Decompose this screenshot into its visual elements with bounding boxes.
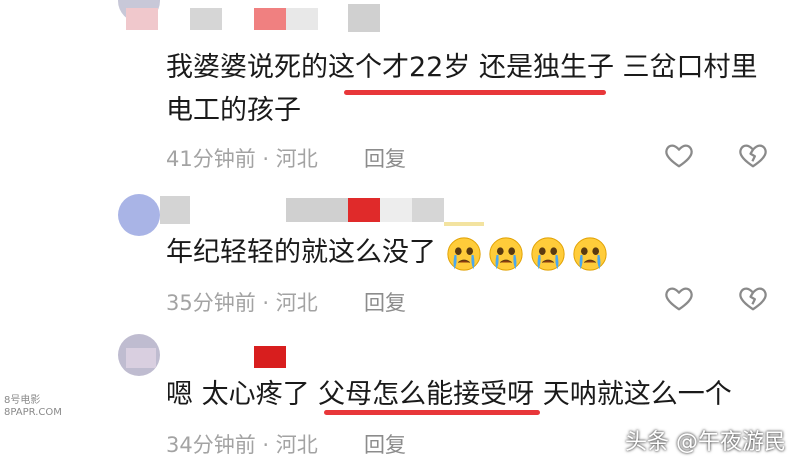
username-redacted xyxy=(160,196,190,224)
username-redacted xyxy=(286,8,318,30)
comment-timestamp: 34分钟前 · 河北 xyxy=(166,433,318,457)
username-redacted xyxy=(286,198,348,222)
heart-icon[interactable] xyxy=(664,140,694,170)
reply-button[interactable]: 回复 xyxy=(364,429,406,459)
broken-heart-icon[interactable] xyxy=(738,283,768,313)
username-redacted xyxy=(254,346,286,368)
crying-emoji-icon xyxy=(530,236,565,271)
username-redacted xyxy=(380,198,412,222)
highlight-underline xyxy=(324,410,540,415)
reply-button[interactable]: 回复 xyxy=(364,143,406,173)
highlight-underline xyxy=(344,90,606,95)
comment-text: 年纪轻轻的就这么没了 xyxy=(166,230,613,276)
broken-heart-icon[interactable] xyxy=(738,140,768,170)
site-watermark: 8号电影 8PAPR.COM xyxy=(4,395,62,419)
username-redacted xyxy=(126,348,156,368)
comment-item: 我婆婆说死的这个才22岁 还是独生子 三岔口村里 电工的孩子 41分钟前 · 河… xyxy=(0,0,800,190)
username-redacted xyxy=(348,4,380,32)
username-redacted xyxy=(444,222,484,226)
site-watermark-line: 8PAPR.COM xyxy=(4,407,62,418)
site-watermark-line: 8号电影 xyxy=(4,395,41,406)
crying-emoji-icon xyxy=(446,236,481,271)
comment-item: 年纪轻轻的就这么没了 35分钟前 · 河北 回复 xyxy=(0,190,800,330)
username-redacted xyxy=(412,198,444,222)
username-redacted xyxy=(348,198,380,222)
username-redacted xyxy=(126,8,158,30)
avatar[interactable] xyxy=(118,194,160,236)
comment-timestamp: 41分钟前 · 河北 xyxy=(166,147,318,171)
comment-text: 电工的孩子 xyxy=(166,95,301,126)
comment-timestamp: 35分钟前 · 河北 xyxy=(166,291,318,315)
emoji-group xyxy=(445,236,613,271)
comment-text-content: 年纪轻轻的就这么没了 xyxy=(166,237,436,268)
crying-emoji-icon xyxy=(572,236,607,271)
reply-button[interactable]: 回复 xyxy=(364,287,406,317)
username-redacted xyxy=(190,8,222,30)
username-redacted xyxy=(254,8,286,30)
heart-icon[interactable] xyxy=(664,283,694,313)
comment-text: 我婆婆说死的这个才22岁 还是独生子 三岔口村里 xyxy=(166,52,758,83)
crying-emoji-icon xyxy=(488,236,523,271)
author-watermark: 头条 @午夜游民 xyxy=(625,430,786,455)
